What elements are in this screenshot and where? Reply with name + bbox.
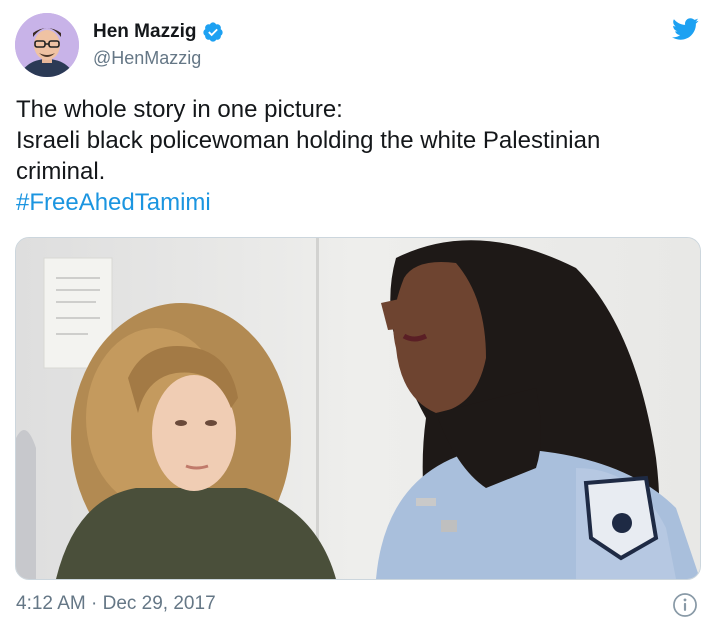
tweet-text-line: Israeli black policewoman holding the wh… [16, 127, 601, 154]
info-icon[interactable] [672, 592, 698, 618]
tweet-card: Hen Mazzig @HenMazzig The whole story in… [0, 0, 715, 627]
avatar[interactable] [15, 13, 79, 77]
tweet-text: The whole story in one picture: Israeli … [16, 94, 696, 218]
author-name[interactable]: Hen Mazzig [93, 21, 196, 43]
tweet-text-line: criminal. [16, 158, 106, 185]
verified-badge-icon [203, 22, 224, 42]
twitter-bird-icon[interactable] [669, 15, 701, 43]
timestamp-separator: · [91, 593, 98, 614]
author-handle[interactable]: @HenMazzig [93, 48, 224, 69]
author-info: Hen Mazzig @HenMazzig [93, 19, 224, 69]
tweet-timestamp[interactable]: 4:12 AM · Dec 29, 2017 [16, 593, 216, 615]
tweet-text-line: The whole story in one picture: [16, 96, 343, 123]
timestamp-time: 4:12 AM [16, 593, 86, 614]
tweet-photo[interactable] [15, 237, 701, 580]
hashtag-link[interactable]: #FreeAhedTamimi [16, 187, 696, 218]
timestamp-date: Dec 29, 2017 [102, 593, 216, 614]
